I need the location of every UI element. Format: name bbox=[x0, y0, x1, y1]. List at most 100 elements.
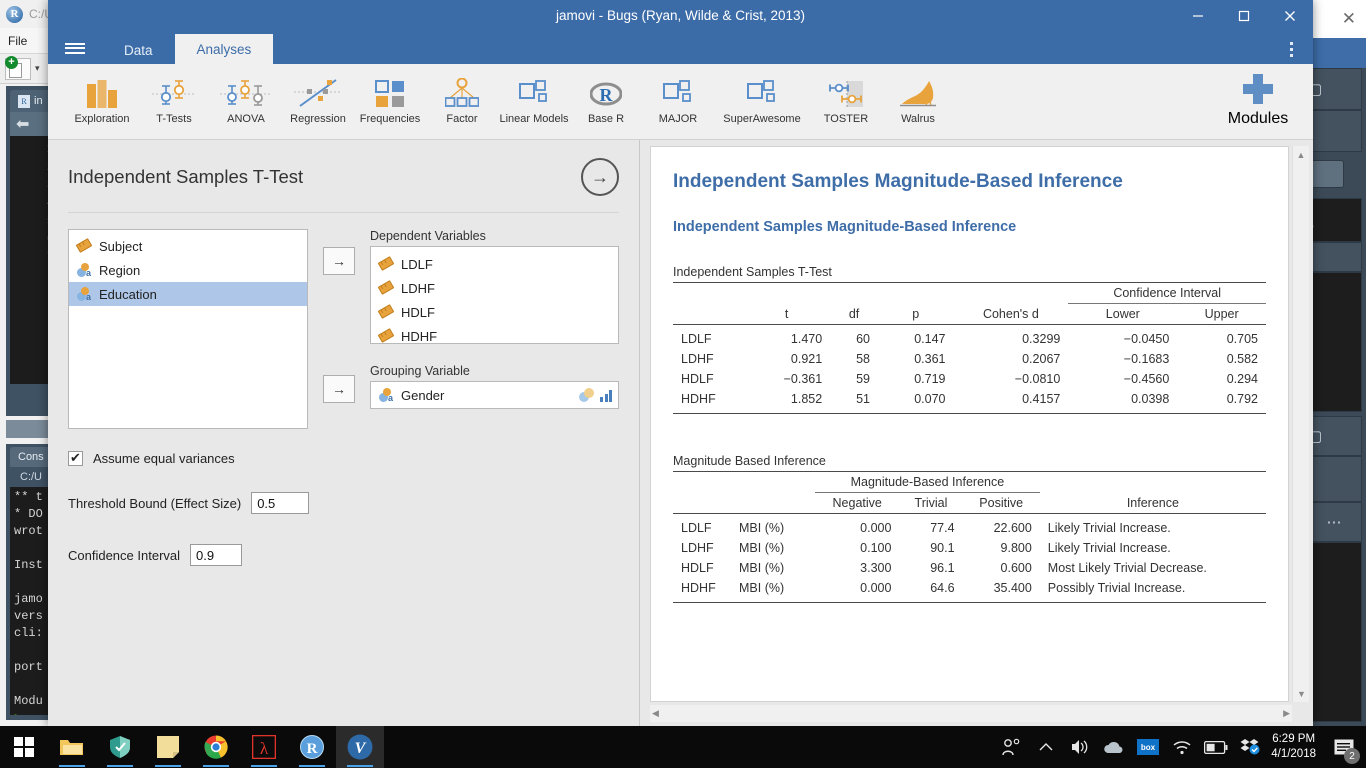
mbi-table[interactable]: Magnitude-Based Inference Negative Trivi… bbox=[673, 472, 1266, 603]
box-icon[interactable]: box bbox=[1131, 726, 1165, 768]
mbi-table-wrapper[interactable]: Magnitude Based Inference Magnitude-Base… bbox=[673, 454, 1266, 603]
jamovi-icon[interactable]: V bbox=[336, 726, 384, 768]
ribbon-anova[interactable]: ANOVA bbox=[210, 70, 282, 125]
list-item[interactable]: a Gender bbox=[371, 383, 452, 407]
source-tab[interactable]: R in bbox=[10, 90, 51, 112]
ribbon-label: TOSTER bbox=[823, 113, 869, 125]
notification-icon[interactable]: 2 bbox=[1326, 726, 1362, 768]
variable-name: LDHF bbox=[401, 280, 435, 296]
shield-icon[interactable] bbox=[96, 726, 144, 768]
close-icon[interactable]: ✕ bbox=[1342, 9, 1356, 29]
system-tray[interactable]: box 6:29 PM 4/1/2018 2 bbox=[995, 726, 1366, 768]
row-label: LDLF bbox=[681, 332, 712, 346]
ribbon-exploration[interactable]: Exploration bbox=[66, 70, 138, 125]
results-panel[interactable]: Independent Samples Magnitude-Based Infe… bbox=[640, 140, 1313, 726]
rstudio-menu-file[interactable]: File bbox=[8, 34, 27, 48]
modules-button[interactable]: Modules bbox=[1221, 74, 1295, 128]
grouping-variable-box[interactable]: a Gender bbox=[370, 381, 619, 409]
jamovi-window[interactable]: jamovi - Bugs (Ryan, Wilde & Crist, 2013… bbox=[48, 0, 1313, 726]
ribbon-regression[interactable]: Regression bbox=[282, 70, 354, 125]
analysis-options-panel[interactable]: Independent Samples T-Test → Subject a R… bbox=[48, 140, 640, 726]
arrow-right-circle-icon[interactable]: → bbox=[581, 158, 619, 196]
analyses-ribbon[interactable]: Exploration T-Tests ANOVA Regression Fre… bbox=[48, 64, 1313, 140]
cell-inference: Likely Trivial Increase. bbox=[1047, 521, 1171, 535]
list-item[interactable]: LDHF bbox=[371, 276, 618, 300]
threshold-bound-input[interactable]: 0.5 bbox=[251, 492, 310, 514]
maximize-button[interactable] bbox=[1221, 0, 1267, 32]
cloud-icon[interactable] bbox=[1097, 726, 1131, 768]
ribbon-base-r[interactable]: R Base R bbox=[570, 70, 642, 125]
wifi-icon[interactable] bbox=[1165, 726, 1199, 768]
r-logo-icon: R bbox=[590, 74, 622, 108]
tab-data[interactable]: Data bbox=[102, 36, 175, 64]
ribbon-walrus[interactable]: Walrus bbox=[882, 70, 954, 125]
jamovi-tabbar[interactable]: Data Analyses bbox=[48, 32, 1313, 64]
ribbon-frequencies[interactable]: Frequencies bbox=[354, 70, 426, 125]
ribbon-major[interactable]: MAJOR bbox=[642, 70, 714, 125]
row-label: LDLF bbox=[681, 521, 712, 535]
list-item[interactable]: HDHF bbox=[371, 324, 618, 348]
assign-grouping-button[interactable]: → bbox=[323, 375, 355, 403]
scroll-up-icon[interactable]: ▲ bbox=[1293, 146, 1309, 163]
sticky-note-icon[interactable] bbox=[144, 726, 192, 768]
svg-text:R: R bbox=[600, 85, 614, 105]
hamburger-icon[interactable] bbox=[48, 32, 102, 64]
minimize-button[interactable] bbox=[1175, 0, 1221, 32]
list-item[interactable]: HDLF bbox=[371, 300, 618, 324]
list-item[interactable]: a Region bbox=[69, 258, 307, 282]
ttest-table-wrapper[interactable]: Independent Samples T-Test Confidence In… bbox=[673, 265, 1266, 414]
chevron-down-icon[interactable]: ▾ bbox=[35, 63, 40, 74]
list-item[interactable]: Subject bbox=[69, 234, 307, 258]
new-file-icon[interactable] bbox=[5, 55, 31, 80]
assign-dependent-button[interactable]: → bbox=[323, 247, 355, 275]
chevron-up-icon[interactable] bbox=[1029, 726, 1063, 768]
results-document[interactable]: Independent Samples Magnitude-Based Infe… bbox=[650, 146, 1289, 702]
results-horizontal-scrollbar[interactable]: ◀ ▶ bbox=[650, 705, 1292, 722]
assume-equal-variances-checkbox[interactable] bbox=[68, 450, 83, 466]
chrome-icon[interactable] bbox=[192, 726, 240, 768]
scroll-down-icon[interactable]: ▼ bbox=[1293, 685, 1310, 702]
list-item[interactable]: LDLF bbox=[371, 252, 618, 276]
more-icon[interactable]: ⋯ bbox=[1306, 502, 1362, 542]
confidence-interval-input[interactable]: 0.9 bbox=[190, 544, 243, 566]
close-button[interactable] bbox=[1267, 0, 1313, 32]
table-row: LDLF MBI (%) 0.000 77.4 22.600 Likely Tr… bbox=[673, 514, 1266, 539]
cell-p: 0.361 bbox=[914, 352, 946, 366]
cell-lower: −0.4560 bbox=[1123, 372, 1170, 386]
battery-icon[interactable] bbox=[1199, 726, 1233, 768]
windows-taskbar[interactable]: λ R V box 6:29 PM 4/1/2018 2 bbox=[0, 726, 1366, 768]
scroll-left-icon[interactable]: ◀ bbox=[652, 708, 659, 719]
available-variables-list[interactable]: Subject a Region a Education bbox=[68, 229, 308, 429]
threshold-bound-row[interactable]: Threshold Bound (Effect Size) 0.5 bbox=[68, 492, 619, 514]
cell-positive: 22.600 bbox=[993, 521, 1032, 535]
list-item[interactable]: a Education bbox=[69, 282, 307, 306]
confidence-interval-row[interactable]: Confidence Interval 0.9 bbox=[68, 544, 619, 566]
windows-logo-icon[interactable] bbox=[0, 726, 48, 768]
results-heading[interactable]: Independent Samples Magnitude-Based Infe… bbox=[673, 171, 1266, 193]
assume-equal-variances-row[interactable]: Assume equal variances bbox=[68, 450, 619, 466]
ribbon-toster[interactable]: TOSTER bbox=[810, 70, 882, 125]
ribbon-t-tests[interactable]: T-Tests bbox=[138, 70, 210, 125]
dropbox-icon[interactable] bbox=[1233, 726, 1267, 768]
acrobat-icon[interactable]: λ bbox=[240, 726, 288, 768]
console-tab[interactable]: Cons bbox=[10, 447, 52, 467]
file-explorer-icon[interactable] bbox=[48, 726, 96, 768]
ribbon-factor[interactable]: Factor bbox=[426, 70, 498, 125]
back-arrow-icon[interactable]: ⬅ bbox=[16, 114, 29, 134]
ribbon-linear-models[interactable]: Linear Models bbox=[498, 70, 570, 125]
kebab-menu-icon[interactable] bbox=[1281, 38, 1301, 60]
speaker-icon[interactable] bbox=[1063, 726, 1097, 768]
ribbon-superawesome[interactable]: SuperAwesome bbox=[714, 70, 810, 125]
r-logo-icon[interactable]: R bbox=[288, 726, 336, 768]
results-subheading[interactable]: Independent Samples Magnitude-Based Infe… bbox=[673, 219, 1266, 235]
cell-metric: MBI (%) bbox=[739, 581, 785, 595]
clock-time: 6:29 PM bbox=[1272, 733, 1316, 745]
taskbar-clock[interactable]: 6:29 PM 4/1/2018 bbox=[1267, 732, 1326, 762]
results-vertical-scrollbar[interactable]: ▲ ▼ bbox=[1292, 146, 1309, 702]
cell-inference: Possibly Trivial Increase. bbox=[1047, 581, 1186, 595]
scroll-right-icon[interactable]: ▶ bbox=[1283, 708, 1290, 719]
dependent-variables-box[interactable]: LDLF LDHF HDLF HDHF bbox=[370, 246, 619, 344]
people-icon[interactable] bbox=[995, 726, 1029, 768]
tab-analyses[interactable]: Analyses bbox=[174, 34, 274, 64]
ttest-table[interactable]: Confidence Interval t df p Cohen's d Low… bbox=[673, 283, 1266, 414]
